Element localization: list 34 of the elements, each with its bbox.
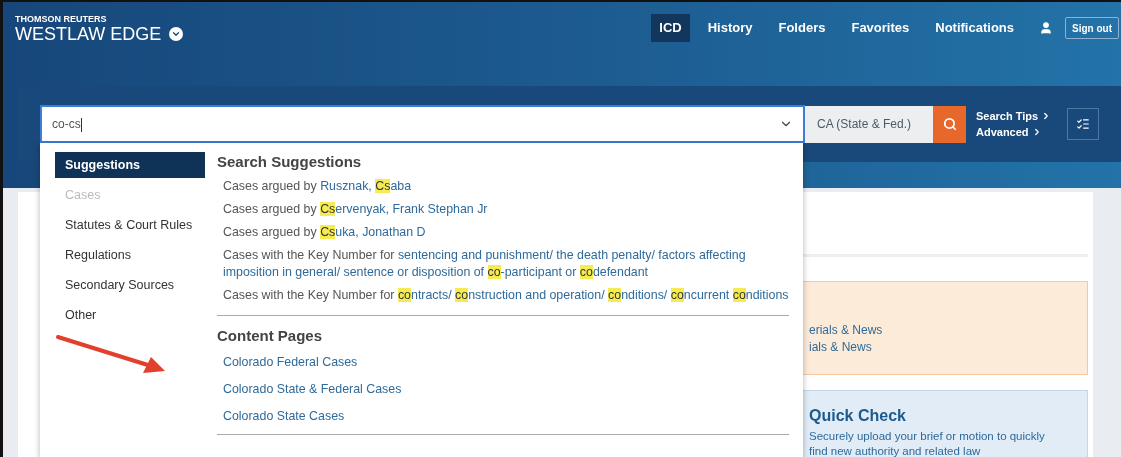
nav-link[interactable]: ICD (651, 14, 690, 42)
search-option-link[interactable]: Advanced (976, 124, 1052, 140)
search-icon (942, 117, 957, 131)
filter-list-button[interactable] (1067, 108, 1099, 140)
jurisdiction-selector[interactable]: CA (State & Fed.) (805, 105, 933, 143)
promo-text: erials & News (809, 322, 884, 339)
section-heading: Content Pages (217, 326, 323, 346)
category-tab[interactable]: Regulations (55, 242, 205, 268)
search-field[interactable]: co-cs (40, 105, 805, 143)
category-tab[interactable]: Secondary Sources (55, 272, 205, 298)
suggestion-link[interactable]: Colorado State & Federal Cases (217, 376, 789, 403)
suggestion-link[interactable]: Colorado State Cases (217, 403, 789, 430)
suggestion-link[interactable]: Colorado Federal Cases (217, 349, 789, 376)
nav-link[interactable]: Folders (770, 14, 834, 42)
section-heading: Search Suggestions (217, 152, 363, 172)
quick-check-text: Securely upload your brief or motion to quickly find new authority and related law (809, 429, 1046, 457)
nav-link[interactable]: Favorites (843, 14, 918, 42)
search-button[interactable] (933, 105, 966, 143)
nav-link[interactable]: History (699, 14, 761, 42)
category-tab[interactable]: Statutes & Court Rules (55, 212, 205, 238)
brand-title: WESTLAW EDGE (15, 24, 162, 44)
category-tab[interactable]: Suggestions (55, 152, 205, 178)
brand-subtitle: THOMSON REUTERS (15, 14, 108, 24)
suggestion-link[interactable]: Cases argued by Rusznak, Csaba (217, 175, 789, 198)
quick-check-title: Quick Check (809, 406, 907, 426)
promo-text: ials & News (809, 339, 873, 356)
suggestion-link[interactable]: Cases argued by Csuka, Jonathan D (217, 221, 789, 244)
sign-out-button[interactable]: Sign out (1065, 17, 1119, 39)
search-option-link[interactable]: Search Tips (976, 108, 1052, 124)
nav-link[interactable]: Notifications (927, 14, 1022, 42)
user-icon[interactable] (1039, 21, 1053, 35)
category-tab[interactable]: Other (55, 302, 205, 328)
checklist-icon (1076, 117, 1090, 131)
caret-icon[interactable] (169, 27, 184, 41)
